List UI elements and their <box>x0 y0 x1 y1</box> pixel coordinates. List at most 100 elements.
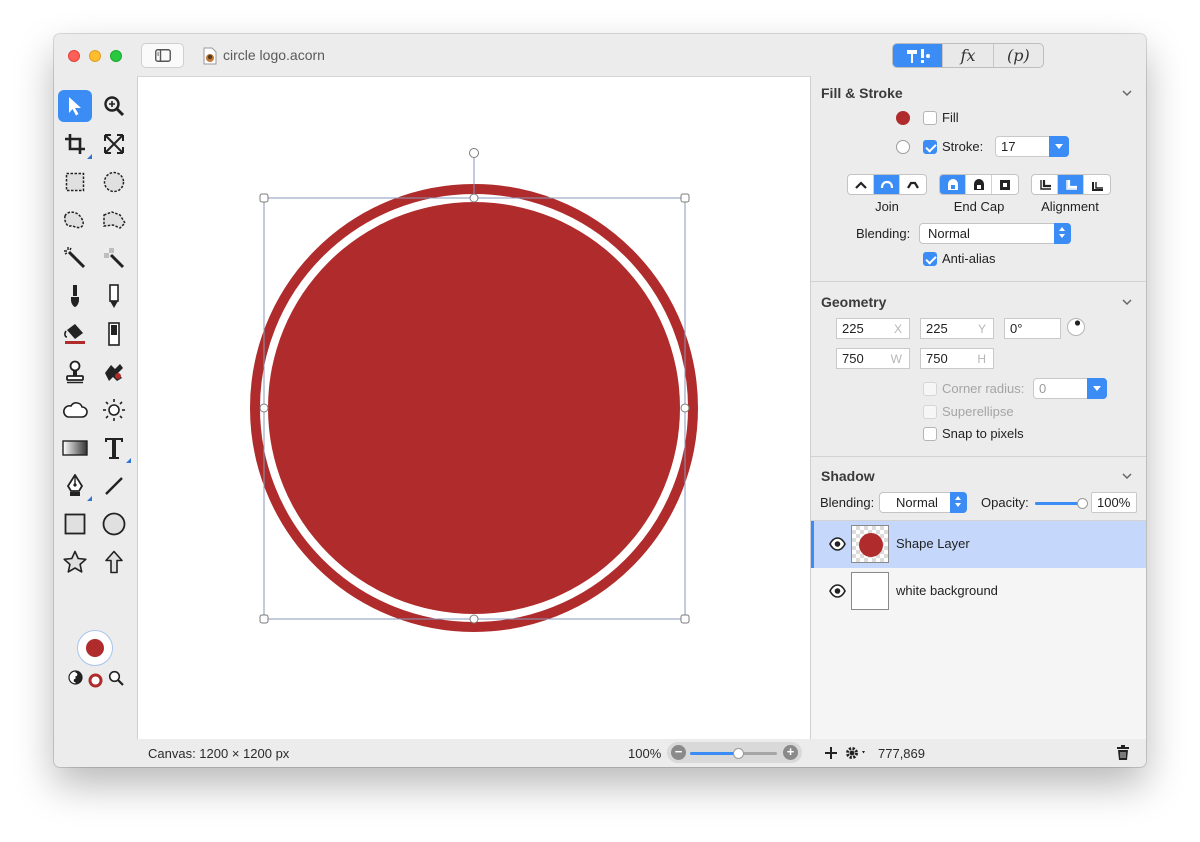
cloud-tool[interactable] <box>58 394 92 426</box>
zoom-tool[interactable] <box>97 90 131 122</box>
corner-radius-dropdown-button[interactable] <box>1087 378 1107 399</box>
resize-handle-se[interactable] <box>680 614 690 624</box>
resize-handle-e[interactable] <box>680 403 690 413</box>
statusbar: Canvas: 1200 × 1200 px 100% − + <box>137 739 810 767</box>
cursor-coordinates: 777,869 <box>878 746 925 761</box>
endcap-square[interactable] <box>992 175 1018 194</box>
stroke-width-combo[interactable]: 17 <box>995 136 1069 157</box>
arrow-tool[interactable] <box>97 546 131 578</box>
line-tool[interactable] <box>97 470 131 502</box>
tab-effects[interactable]: fx <box>943 44 994 67</box>
x-field[interactable]: 225 X <box>836 318 910 339</box>
smudge-tool[interactable] <box>97 356 131 388</box>
popup-arrows-icon <box>950 492 967 513</box>
trash-icon[interactable] <box>1116 745 1130 761</box>
endcap-round[interactable] <box>966 175 992 194</box>
rect-select-tool[interactable] <box>58 166 92 198</box>
resize-handle-n[interactable] <box>469 193 479 203</box>
stroke-color-swatch-button[interactable] <box>896 140 910 154</box>
gradient-tool[interactable] <box>97 318 131 350</box>
canvas-area[interactable] <box>137 76 810 739</box>
crop-tool[interactable] <box>58 128 92 160</box>
polygon-lasso-tool[interactable] <box>97 204 131 236</box>
zoom-in-button[interactable]: + <box>783 745 798 760</box>
zoom-slider-thumb[interactable] <box>732 748 744 759</box>
stroke-checkbox[interactable] <box>923 140 937 154</box>
pencil-tool[interactable] <box>97 280 131 312</box>
window-title: circle logo.acorn <box>223 47 325 63</box>
add-layer-icon[interactable] <box>824 746 838 760</box>
height-field[interactable]: 750 H <box>920 348 994 369</box>
gradient-fill-tool[interactable] <box>58 432 92 464</box>
tab-tools[interactable] <box>893 44 944 67</box>
rotation-dial-icon[interactable] <box>1066 317 1086 337</box>
corner-radius-checkbox[interactable] <box>923 382 937 396</box>
resize-handle-ne[interactable] <box>680 193 690 203</box>
stroke-color-icon[interactable] <box>88 673 103 688</box>
fill-color-swatch-button[interactable] <box>896 111 910 125</box>
resize-handle-s[interactable] <box>469 614 479 624</box>
join-miter[interactable] <box>848 175 874 194</box>
select-tool[interactable] <box>58 90 92 122</box>
chevron-down-icon[interactable] <box>1122 88 1132 98</box>
resize-handle-nw[interactable] <box>259 193 269 203</box>
opacity-slider-thumb[interactable] <box>1077 498 1088 509</box>
swap-colors-icon[interactable] <box>68 670 83 685</box>
magic-wand-tool[interactable] <box>58 242 92 274</box>
magic-select-tool[interactable] <box>97 242 131 274</box>
layer-row-background[interactable]: white background <box>811 568 1146 615</box>
clone-tool[interactable] <box>58 356 92 388</box>
antialias-checkbox[interactable] <box>923 252 937 266</box>
join-round[interactable] <box>874 175 900 194</box>
zoom-window-button[interactable] <box>110 50 122 62</box>
stroke-width-dropdown-button[interactable] <box>1049 136 1069 157</box>
paint-bucket-tool[interactable] <box>58 318 92 350</box>
rectangle-tool[interactable] <box>58 508 92 540</box>
blending-popup[interactable]: Normal <box>919 223 1071 244</box>
eye-icon[interactable] <box>829 537 846 551</box>
rotation-field[interactable]: 0° <box>1004 318 1061 339</box>
layer-row-shape[interactable]: Shape Layer <box>811 521 1146 568</box>
lasso-tool[interactable] <box>58 204 92 236</box>
star-tool[interactable] <box>58 546 92 578</box>
rotation-handle[interactable] <box>469 148 479 158</box>
fill-checkbox[interactable] <box>923 111 937 125</box>
eye-icon[interactable] <box>829 584 846 598</box>
resize-handle-w[interactable] <box>259 403 269 413</box>
alignment-segmented <box>1031 174 1111 195</box>
text-tool[interactable] <box>97 432 131 464</box>
width-field[interactable]: 750 W <box>836 348 910 369</box>
color-picker-zoom-icon[interactable] <box>108 670 124 686</box>
align-center[interactable] <box>1058 175 1084 194</box>
opacity-field[interactable]: 100% <box>1091 492 1137 513</box>
chevron-down-icon[interactable] <box>1122 297 1132 307</box>
minimize-button[interactable] <box>89 50 101 62</box>
snap-to-pixels-checkbox[interactable] <box>923 427 937 441</box>
y-field[interactable]: 225 Y <box>920 318 994 339</box>
oval-tool[interactable] <box>97 508 131 540</box>
circle-shape[interactable] <box>268 202 680 614</box>
resize-handle-sw[interactable] <box>259 614 269 624</box>
sidebar-toggle-button[interactable] <box>141 43 184 68</box>
zoom-out-button[interactable]: − <box>671 745 686 760</box>
transform-tool[interactable] <box>97 128 131 160</box>
brush-tool[interactable] <box>58 280 92 312</box>
tab-properties[interactable]: (p) <box>994 44 1043 67</box>
pen-tool[interactable] <box>58 470 92 502</box>
chevron-down-icon[interactable] <box>1122 471 1132 481</box>
pen-nib-icon <box>66 474 84 496</box>
antialias-label: Anti-alias <box>942 251 996 266</box>
gear-icon[interactable] <box>844 745 868 761</box>
sun-tool[interactable] <box>97 394 131 426</box>
property-icon: (p) <box>1006 46 1030 65</box>
superellipse-checkbox[interactable] <box>923 405 937 419</box>
align-outside[interactable] <box>1084 175 1110 194</box>
corner-radius-combo[interactable]: 0 <box>1033 378 1107 399</box>
align-inside[interactable] <box>1032 175 1058 194</box>
ellipse-select-tool[interactable] <box>97 166 131 198</box>
layer-blending-popup[interactable]: Normal <box>879 492 967 513</box>
join-bevel[interactable] <box>900 175 926 194</box>
close-button[interactable] <box>68 50 80 62</box>
color-well[interactable] <box>77 630 113 666</box>
endcap-butt[interactable] <box>940 175 966 194</box>
